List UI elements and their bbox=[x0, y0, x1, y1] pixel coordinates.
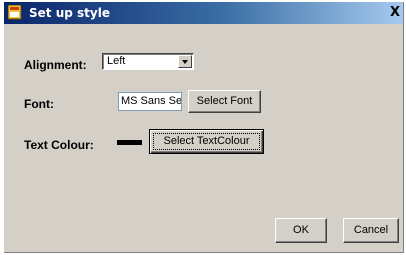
close-button[interactable]: X bbox=[390, 4, 402, 22]
cancel-button[interactable]: Cancel bbox=[343, 218, 399, 243]
font-field[interactable]: MS Sans Serif bbox=[118, 92, 182, 111]
select-textcolour-button[interactable]: Select TextColour bbox=[149, 129, 264, 154]
cancel-button-label: Cancel bbox=[353, 224, 389, 236]
alignment-dropdown[interactable]: Left bbox=[102, 53, 194, 70]
app-window-icon bbox=[7, 4, 22, 20]
window-title: Set up style bbox=[29, 6, 110, 20]
title-bar[interactable]: Set up style bbox=[4, 2, 403, 24]
text-colour-swatch bbox=[117, 140, 142, 145]
alignment-label: Alignment: bbox=[24, 58, 87, 72]
alignment-selected-value: Left bbox=[107, 55, 126, 67]
select-textcolour-button-label: Select TextColour bbox=[163, 135, 250, 147]
select-font-button-label: Select Font bbox=[196, 95, 253, 107]
ok-button-label: OK bbox=[293, 224, 309, 236]
ok-button[interactable]: OK bbox=[275, 218, 327, 243]
font-field-value: MS Sans Serif bbox=[121, 95, 182, 107]
font-label: Font: bbox=[24, 97, 54, 111]
text-colour-label: Text Colour: bbox=[24, 138, 94, 152]
chevron-down-icon[interactable] bbox=[178, 55, 192, 68]
select-font-button[interactable]: Select Font bbox=[188, 90, 261, 113]
dialog-window: Set up style X Alignment: Left Font: MS … bbox=[4, 2, 404, 253]
